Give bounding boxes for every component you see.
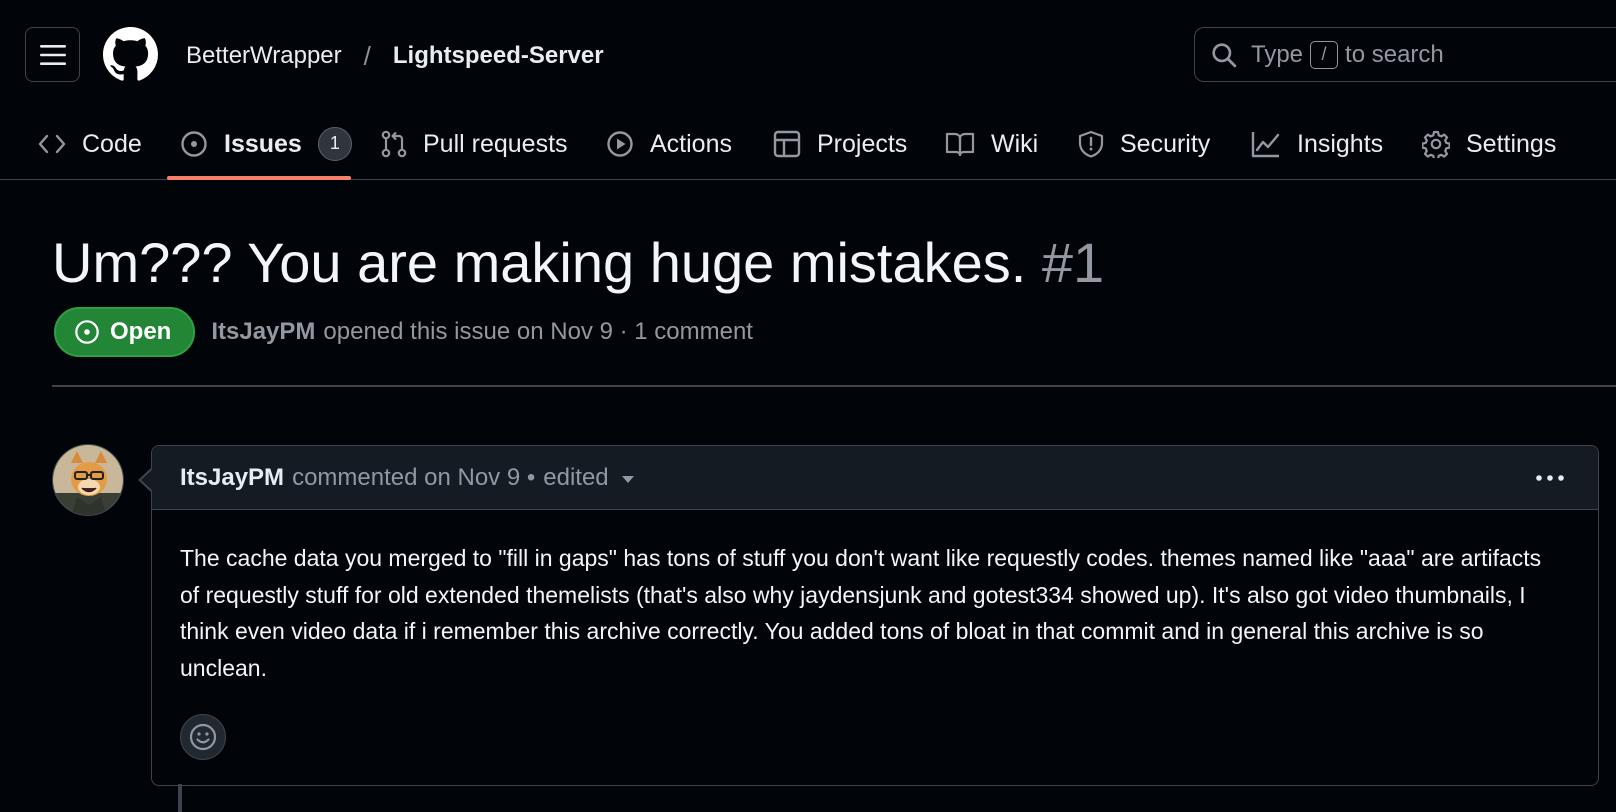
- tab-security-label: Security: [1120, 129, 1211, 158]
- search-placeholder-prefix: Type: [1251, 40, 1304, 68]
- tab-security[interactable]: Security: [1078, 108, 1210, 180]
- tab-insights[interactable]: Insights: [1251, 108, 1383, 180]
- comment-author-link[interactable]: ItsJayPM: [180, 464, 284, 492]
- issue-title: Um??? You are making huge mistakes. #1: [52, 230, 1104, 296]
- breadcrumb-repo-link[interactable]: Lightspeed-Server: [393, 42, 604, 70]
- comment-options-button[interactable]: [1530, 464, 1570, 492]
- issue-meta: Open ItsJayPM opened this issue on Nov 9…: [54, 307, 753, 357]
- avatar-image: [53, 445, 123, 515]
- tab-actions[interactable]: Actions: [606, 108, 732, 180]
- tab-insights-label: Insights: [1297, 129, 1384, 158]
- search-input[interactable]: Type / to search: [1194, 27, 1616, 82]
- add-reaction-button[interactable]: [180, 714, 226, 760]
- play-icon: [607, 131, 633, 157]
- tab-settings[interactable]: Settings: [1422, 108, 1556, 180]
- search-placeholder-suffix: to search: [1345, 40, 1444, 68]
- edited-label: edited: [543, 463, 609, 491]
- chevron-down-icon: [621, 476, 634, 483]
- book-icon: [945, 132, 975, 157]
- search-icon: [1212, 42, 1237, 67]
- search-shortcut-key: /: [1310, 40, 1339, 69]
- tab-wiki-label: Wiki: [991, 129, 1039, 158]
- issue-state-label: Open: [110, 318, 172, 345]
- kebab-horizontal-icon: [1536, 475, 1564, 481]
- comment-body: The cache data you merged to "fill in ga…: [180, 545, 1542, 681]
- breadcrumb-separator: /: [363, 40, 371, 71]
- header-divider: [52, 385, 1616, 387]
- breadcrumb: BetterWrapper / Lightspeed-Server: [186, 38, 604, 74]
- issue-opened-icon: [181, 131, 207, 157]
- issues-count-badge: 1: [317, 127, 352, 161]
- issue-number: #1: [1041, 231, 1105, 294]
- tab-code-label: Code: [82, 129, 142, 158]
- repo-nav: Code Issues 1 Pull requests Actions Proj…: [0, 108, 1616, 180]
- comment-action-text: commented on Nov 9 •: [292, 463, 536, 491]
- shield-icon: [1078, 130, 1104, 158]
- edited-dropdown[interactable]: edited: [535, 464, 634, 492]
- global-header: BetterWrapper / Lightspeed-Server Type /…: [0, 0, 1616, 108]
- hamburger-menu-button[interactable]: [25, 27, 80, 82]
- tab-projects-label: Projects: [817, 129, 908, 158]
- tab-actions-label: Actions: [650, 129, 732, 158]
- avatar[interactable]: [52, 444, 124, 516]
- git-pull-request-icon: [381, 130, 407, 158]
- code-icon: [38, 134, 66, 154]
- issue-author-link[interactable]: ItsJayPM: [211, 318, 315, 346]
- tab-issues-label: Issues: [224, 129, 302, 158]
- smiley-icon: [189, 723, 217, 751]
- issue-title-text: Um??? You are making huge mistakes.: [52, 231, 1027, 294]
- tab-wiki[interactable]: Wiki: [945, 108, 1038, 180]
- issue-opened-icon: [75, 320, 99, 344]
- issue-state-badge: Open: [54, 307, 196, 357]
- comment-header: ItsJayPM commented on Nov 9 • edited: [152, 446, 1598, 510]
- graph-icon: [1251, 132, 1280, 158]
- tab-pull-requests-label: Pull requests: [423, 129, 568, 158]
- table-icon: [773, 130, 801, 158]
- tab-pull-requests[interactable]: Pull requests: [381, 108, 568, 180]
- gear-icon: [1422, 130, 1450, 158]
- github-logo-icon[interactable]: [103, 27, 158, 82]
- tab-projects[interactable]: Projects: [773, 108, 907, 180]
- tab-code[interactable]: Code: [38, 108, 142, 180]
- timeline-line: [178, 784, 182, 812]
- comment-box: ItsJayPM commented on Nov 9 • edited The…: [151, 445, 1599, 786]
- active-tab-indicator: [167, 176, 351, 180]
- tab-issues[interactable]: Issues 1: [180, 108, 352, 180]
- hamburger-icon: [39, 44, 66, 65]
- tab-settings-label: Settings: [1466, 129, 1557, 158]
- breadcrumb-owner-link[interactable]: BetterWrapper: [186, 42, 342, 70]
- comment-pointer-inner: [141, 469, 153, 491]
- issue-meta-text: opened this issue on Nov 9 · 1 comment: [323, 318, 753, 345]
